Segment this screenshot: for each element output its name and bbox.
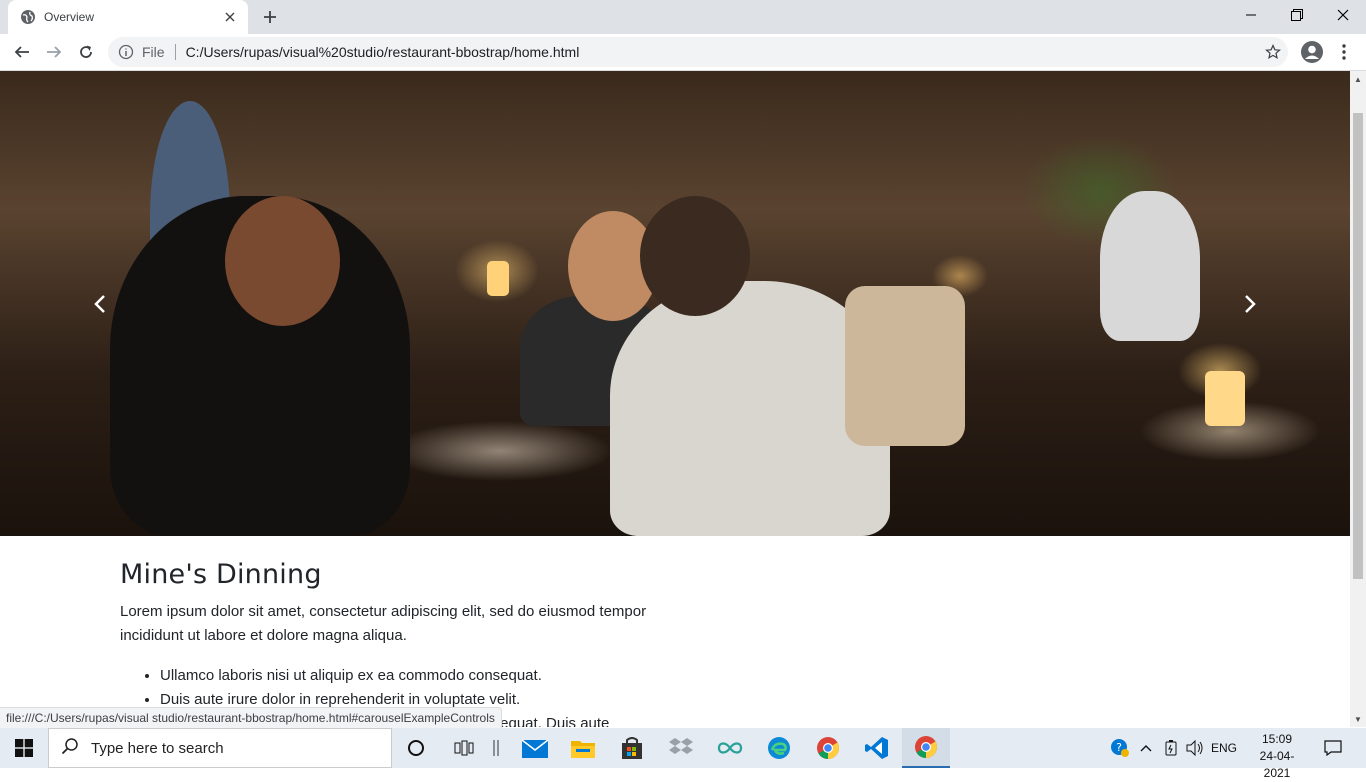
clock-time: 15:09 [1261, 732, 1293, 746]
intro-paragraph: Lorem ipsum dolor sit amet, consectetur … [120, 603, 647, 644]
scroll-up-arrow-icon[interactable]: ▲ [1350, 71, 1366, 87]
page-viewport: Mine's Dinning Lorem ipsum dolor sit ame… [0, 71, 1350, 727]
link-status-bubble: file:///C:/Users/rupas/visual studio/res… [0, 707, 502, 729]
notification-icon[interactable] [1318, 728, 1348, 768]
close-tab-icon[interactable] [222, 9, 238, 25]
chair [845, 286, 965, 446]
diner-head-left [225, 196, 340, 326]
chrome-icon[interactable] [804, 728, 852, 768]
edge-browser-icon[interactable] [755, 728, 803, 768]
taskbar-search-box[interactable]: Type here to search [48, 728, 392, 768]
help-tray-icon[interactable]: ? [1108, 728, 1132, 768]
table-lamp [487, 261, 509, 296]
battery-icon[interactable] [1160, 728, 1182, 768]
new-tab-button[interactable] [258, 5, 282, 29]
intro-section: Mine's Dinning Lorem ipsum dolor sit ame… [120, 559, 680, 727]
browser-tab[interactable]: Overview [8, 0, 248, 34]
diner-head-right [640, 196, 750, 316]
globe-icon [20, 9, 36, 25]
windows-taskbar: Type here to search ? ENG 15:09 24-04-20… [0, 728, 1366, 780]
search-placeholder: Type here to search [91, 739, 224, 757]
carousel-image [0, 71, 1350, 536]
browser-toolbar: File C:/Users/rupas/visual%20studio/rest… [0, 34, 1366, 71]
reload-button[interactable] [72, 38, 100, 66]
vscode-icon[interactable] [853, 728, 901, 768]
address-bar[interactable]: File C:/Users/rupas/visual%20studio/rest… [108, 37, 1288, 67]
carousel-next-button[interactable] [1150, 71, 1350, 536]
list-item: Ullamco laboris nisi ut aliquip ex ea co… [160, 664, 680, 688]
microsoft-store-icon[interactable] [608, 728, 656, 768]
chrome-active-icon[interactable] [902, 728, 950, 768]
taskbar-clock[interactable]: 15:09 24-04-2021 [1250, 731, 1304, 782]
page-scrollbar[interactable]: ▲ ▼ [1350, 71, 1366, 727]
url-text[interactable]: C:/Users/rupas/visual%20studio/restauran… [186, 44, 580, 60]
info-icon[interactable] [118, 44, 134, 60]
forward-button[interactable] [40, 38, 68, 66]
chevron-up-icon[interactable] [1136, 728, 1156, 768]
bookmark-star-icon[interactable] [1264, 43, 1282, 61]
chevron-left-icon [90, 294, 110, 314]
url-scheme-label: File [142, 44, 165, 60]
scroll-down-arrow-icon[interactable]: ▼ [1350, 711, 1366, 727]
profile-avatar-icon[interactable] [1298, 38, 1326, 66]
infinity-app-icon[interactable] [706, 728, 754, 768]
scroll-thumb[interactable] [1353, 113, 1363, 579]
windows-start-icon[interactable] [0, 728, 48, 768]
search-icon [61, 737, 79, 760]
language-indicator[interactable]: ENG [1208, 728, 1240, 768]
mail-icon[interactable] [511, 728, 559, 768]
clock-date: 24-04-2021 [1259, 749, 1295, 780]
menu-kebab-icon[interactable] [1330, 38, 1358, 66]
tab-title: Overview [44, 10, 95, 24]
cortana-icon[interactable] [392, 728, 440, 768]
volume-icon[interactable] [1184, 728, 1206, 768]
file-explorer-icon[interactable] [559, 728, 607, 768]
back-button[interactable] [8, 38, 36, 66]
omnibox-divider [174, 44, 176, 60]
restore-button[interactable] [1274, 0, 1320, 30]
chevron-right-icon [1240, 294, 1260, 314]
page-title: Mine's Dinning [120, 559, 322, 590]
minimize-button[interactable] [1228, 0, 1274, 30]
close-window-button[interactable] [1320, 0, 1366, 30]
browser-titlebar: Overview [0, 0, 1366, 34]
dropbox-icon[interactable] [657, 728, 705, 768]
carousel-prev-button[interactable] [0, 71, 200, 536]
